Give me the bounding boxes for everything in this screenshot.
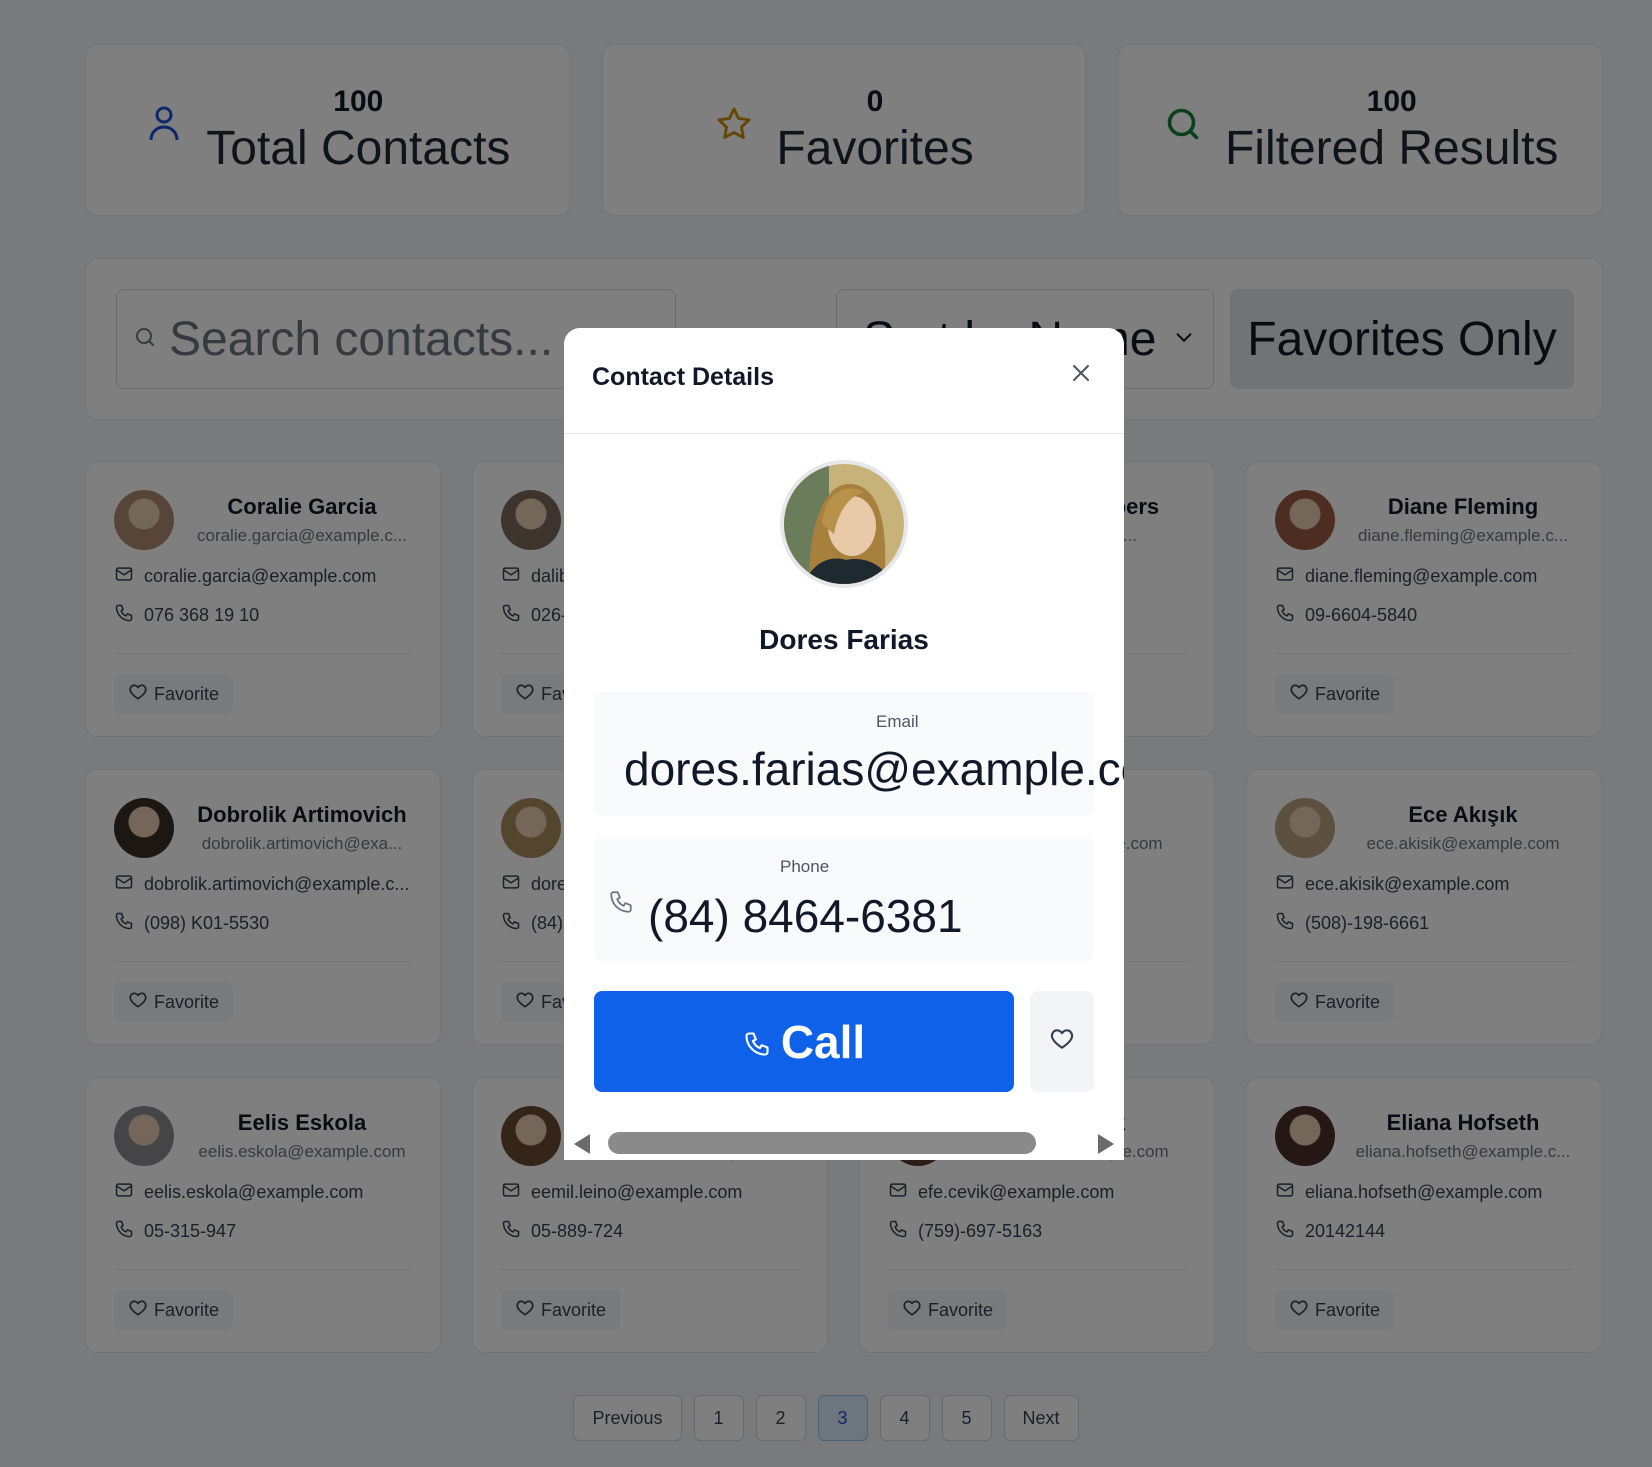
- call-button[interactable]: Call: [594, 991, 1014, 1092]
- contact-details-modal: Contact Details Dores Farias Email dores…: [564, 328, 1124, 1160]
- phone-label: Phone: [780, 857, 830, 876]
- scrollbar-thumb[interactable]: [608, 1132, 1036, 1154]
- favorite-toggle-button[interactable]: [1030, 991, 1094, 1092]
- email-value: dores.farias@example.com: [624, 743, 1124, 795]
- phone-info-box: Phone (84) 8464-6381: [594, 837, 1094, 961]
- horizontal-scrollbar[interactable]: [574, 1128, 1114, 1158]
- call-label: Call: [780, 1015, 866, 1068]
- modal-title: Contact Details: [592, 363, 774, 391]
- close-icon: [1071, 363, 1091, 388]
- scroll-right-arrow-icon[interactable]: [1098, 1134, 1114, 1154]
- modal-header: Contact Details: [564, 328, 1124, 434]
- phone-value: (84) 8464-6381: [648, 890, 963, 942]
- phone-icon: [743, 1015, 771, 1069]
- scroll-left-arrow-icon[interactable]: [574, 1134, 590, 1154]
- email-label: Email: [876, 712, 919, 731]
- contact-name: Dores Farias: [759, 624, 929, 655]
- heart-icon: [1049, 1026, 1075, 1057]
- email-info-box: Email dores.farias@example.com: [594, 692, 1124, 816]
- avatar: [780, 460, 908, 588]
- phone-icon: [608, 889, 634, 920]
- close-button[interactable]: [1066, 361, 1096, 391]
